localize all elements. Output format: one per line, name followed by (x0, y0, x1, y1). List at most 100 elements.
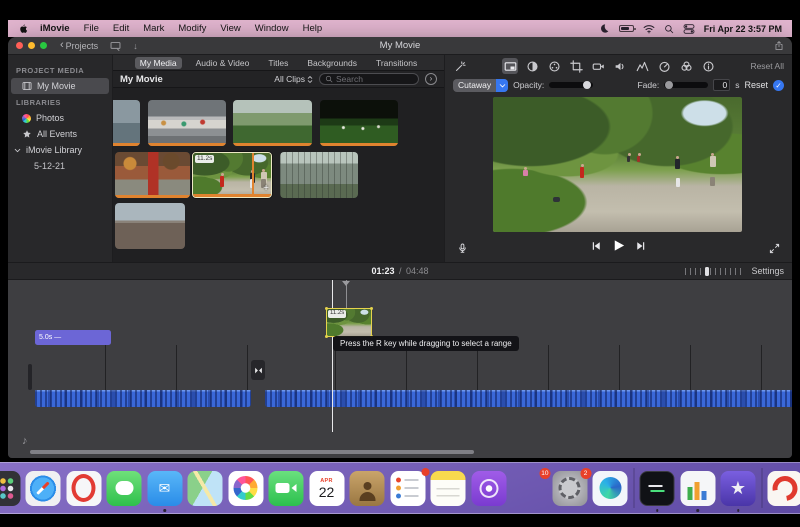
voiceover-mic-icon[interactable] (457, 242, 468, 255)
color-correction-icon[interactable] (546, 58, 562, 74)
timeline-clip-street[interactable] (35, 345, 251, 407)
noise-reduction-icon[interactable] (634, 58, 650, 74)
speed-icon[interactable] (656, 58, 672, 74)
clip-thumbnail-waterfall[interactable] (113, 100, 140, 146)
control-center-icon[interactable] (683, 23, 695, 34)
spotlight-search-icon[interactable] (664, 24, 674, 34)
dock-photos-icon[interactable] (228, 470, 263, 506)
share-icon[interactable] (774, 40, 784, 51)
play-button[interactable] (611, 238, 626, 258)
opacity-slider[interactable] (549, 81, 594, 89)
sidebar-item-photos[interactable]: Photos (8, 110, 112, 126)
skip-back-button[interactable] (590, 239, 602, 257)
dock-maps-icon[interactable] (187, 470, 223, 506)
import-media-icon[interactable] (110, 41, 121, 51)
timeline-horizontal-scrollbar[interactable] (30, 450, 474, 454)
sidebar-item-my-movie[interactable]: My Movie (11, 78, 109, 94)
apple-menu-icon[interactable] (18, 22, 29, 35)
tab-my-media[interactable]: My Media (134, 56, 182, 69)
wifi-icon[interactable] (643, 24, 655, 34)
timeline[interactable]: 5.0s — 11.2s Press the R key while dragg… (8, 280, 792, 458)
clip-thumbnail-market[interactable] (115, 152, 190, 198)
search-input[interactable] (336, 74, 413, 84)
tab-audio-video[interactable]: Audio & Video (191, 57, 255, 69)
dock-podcasts-icon[interactable] (471, 470, 506, 506)
dock-edge-icon[interactable] (592, 470, 628, 506)
clip-info-icon[interactable] (700, 58, 716, 74)
fullscreen-button[interactable] (40, 42, 47, 49)
overlay-mode-popup[interactable]: Cutaway (453, 78, 509, 92)
clips-filter-dropdown[interactable]: All Clips (274, 74, 313, 84)
clip-thumbnail-building[interactable] (115, 203, 185, 249)
timeline-title-clip[interactable]: 5.0s — (35, 330, 111, 345)
timeline-zoom-slider[interactable] (685, 266, 742, 276)
clip-thumbnail-street[interactable] (148, 100, 226, 146)
dock-numbers-icon[interactable] (680, 470, 715, 512)
menu-mark[interactable]: Mark (136, 23, 171, 34)
timeline-clip-football[interactable] (265, 345, 792, 407)
enhance-wand-icon[interactable] (453, 59, 468, 74)
do-not-disturb-moon-icon[interactable] (599, 23, 610, 34)
add-to-timeline-button[interactable]: + (263, 184, 269, 194)
skip-forward-button[interactable] (635, 239, 647, 257)
menu-imovie[interactable]: iMovie (33, 23, 77, 34)
dock-launchpad-icon[interactable] (0, 470, 20, 506)
menu-bar: iMovie File Edit Mark Modify View Window Help F… (8, 20, 792, 37)
dock-reminders-icon[interactable] (390, 467, 429, 506)
dock-imovie-icon[interactable]: ★ (720, 470, 756, 512)
dock-notes-icon[interactable] (430, 470, 466, 506)
menu-edit[interactable]: Edit (106, 23, 136, 34)
reset-all-button[interactable]: Reset All (750, 61, 784, 71)
effects-icon[interactable] (678, 58, 694, 74)
fade-value-field[interactable]: 0 (713, 79, 731, 91)
dock-system-settings-icon[interactable]: 2 (552, 467, 591, 506)
tab-backgrounds[interactable]: Backgrounds (302, 57, 362, 69)
sidebar-item-imovie-library[interactable]: iMovie Library (8, 142, 112, 158)
hide-browser-button[interactable]: › (425, 73, 437, 85)
stabilization-camera-icon[interactable] (590, 58, 606, 74)
menu-window[interactable]: Window (248, 23, 296, 34)
clip-thumbnail-playground[interactable] (280, 152, 358, 198)
clip-thumbnail-soccer[interactable] (320, 100, 398, 146)
clip-thumbnail-valley[interactable] (233, 100, 312, 146)
color-balance-icon[interactable] (524, 58, 540, 74)
dock-safari-icon[interactable] (25, 470, 61, 506)
apply-checkmark-icon[interactable]: ✓ (773, 79, 784, 91)
fullscreen-expand-icon[interactable] (769, 243, 780, 254)
video-viewer[interactable] (493, 97, 742, 232)
dock-opera-icon[interactable] (66, 470, 101, 506)
dock-facetime-icon[interactable] (268, 470, 304, 506)
battery-icon[interactable] (618, 25, 636, 32)
reset-button[interactable]: Reset (744, 80, 768, 90)
sidebar-item-event-5-12-21[interactable]: 5-12-21 (8, 158, 112, 174)
dragged-clip[interactable]: 11.2s (325, 307, 373, 338)
close-button[interactable] (16, 42, 23, 49)
dock-terminal-icon[interactable] (639, 470, 675, 512)
tab-transitions[interactable]: Transitions (371, 57, 422, 69)
fade-slider[interactable] (664, 81, 709, 89)
dock-mail-icon[interactable]: ✉ (147, 470, 182, 512)
crop-icon[interactable] (568, 58, 584, 74)
menu-modify[interactable]: Modify (171, 23, 213, 34)
selected-clip-thumbnail-park[interactable]: 11.2s + (192, 152, 272, 198)
minimize-button[interactable] (28, 42, 35, 49)
transition-icon[interactable] (251, 360, 265, 380)
menu-view[interactable]: View (213, 23, 247, 34)
download-arrow-icon[interactable]: ↓ (133, 41, 138, 51)
playhead[interactable] (332, 280, 333, 432)
dock-calendar-icon[interactable]: APR 22 (309, 470, 344, 506)
volume-icon[interactable] (612, 58, 628, 74)
sidebar-item-all-events[interactable]: All Events (8, 126, 112, 142)
menu-clock[interactable]: Fri Apr 22 3:57 PM (704, 24, 782, 34)
back-to-projects-button[interactable]: ‹ Projects (60, 39, 98, 51)
tab-titles[interactable]: Titles (263, 57, 293, 69)
dock-contacts-icon[interactable] (349, 470, 385, 506)
menu-help[interactable]: Help (296, 23, 330, 34)
search-field[interactable] (319, 73, 419, 85)
menu-file[interactable]: File (77, 23, 106, 34)
dock-downloads-icon[interactable] (767, 470, 800, 506)
dock-messages-icon[interactable] (106, 470, 142, 506)
dock-app-store-icon[interactable]: 10 (512, 467, 551, 506)
clip-trim-handle[interactable] (28, 364, 32, 390)
overlay-settings-icon[interactable] (502, 58, 519, 74)
